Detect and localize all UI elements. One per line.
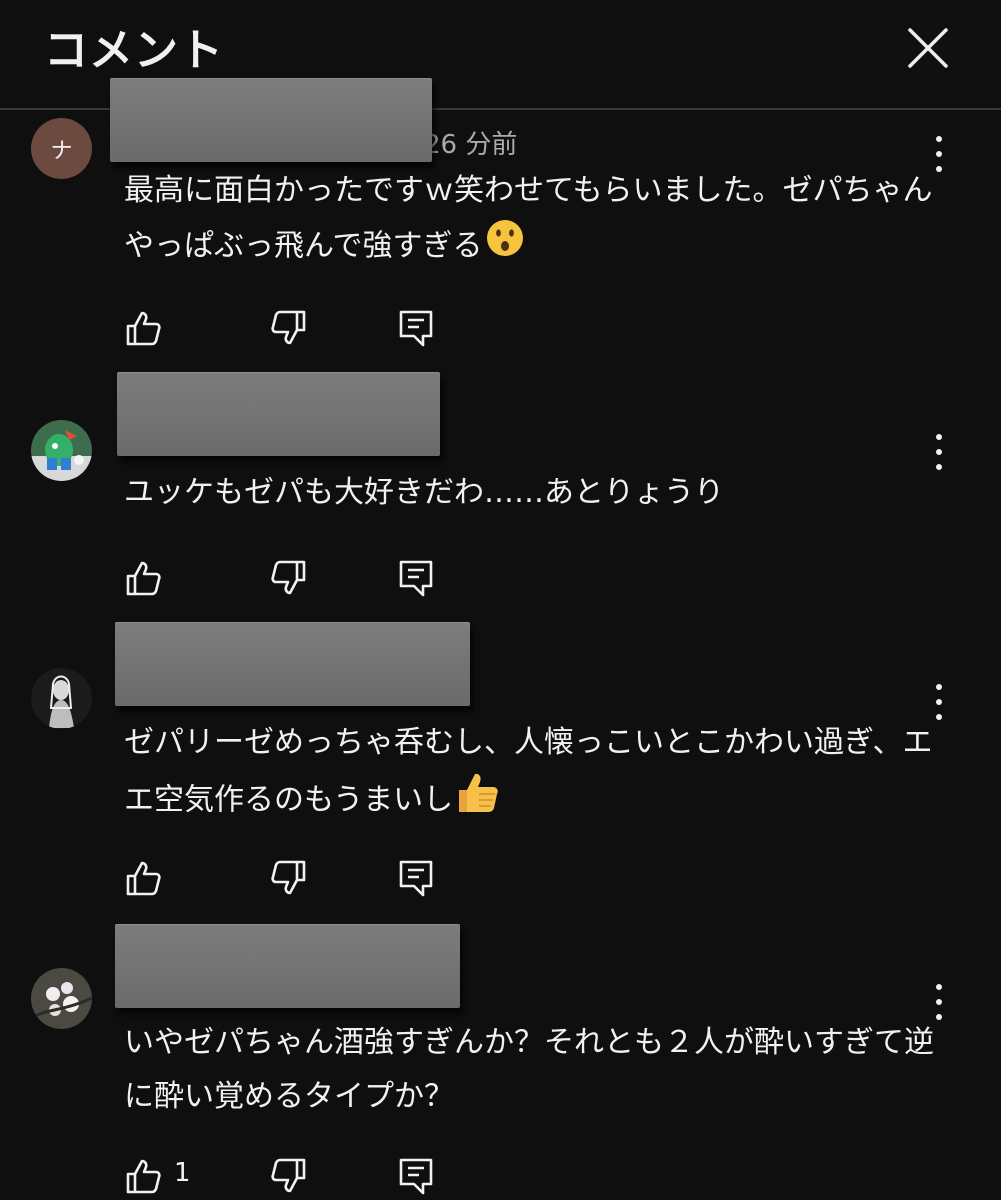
comment-item: ユッケもゼパも大好きだわ……あとりょうり [0, 372, 1001, 622]
thumbs-up-emoji [455, 770, 501, 832]
redacted-username [117, 372, 440, 456]
hushed-face-emoji [485, 218, 525, 276]
reply-icon [399, 560, 433, 597]
thumbs-up-icon [126, 1159, 161, 1194]
reply-button[interactable] [396, 308, 436, 348]
reply-icon [399, 860, 433, 897]
dislike-button[interactable] [268, 858, 308, 898]
like-button[interactable] [124, 308, 164, 348]
avatar[interactable] [31, 668, 92, 729]
avatar[interactable]: ナ [31, 118, 92, 179]
like-count: 1 [174, 1158, 191, 1188]
dislike-button[interactable] [268, 308, 308, 348]
thumbs-down-icon [271, 560, 306, 595]
thumbs-down-icon [271, 1158, 306, 1193]
comment-actions: 1 [124, 1156, 444, 1196]
comment-actions [124, 858, 444, 898]
cherry-blossom-avatar [31, 968, 92, 1029]
avatar[interactable] [31, 420, 92, 481]
avatar-letter: ナ [50, 138, 73, 164]
thumbs-up-icon [126, 561, 161, 596]
comment-item: ナ 26 分前 最高に面白かったですｗ笑わせてもらいました。ゼパちゃんやっぱぶっ… [0, 78, 1001, 368]
close-icon[interactable] [904, 24, 952, 72]
more-options-icon[interactable] [926, 434, 952, 470]
reply-icon [399, 1158, 433, 1195]
comment-text: ゼパリーゼめっちゃ呑むし、人懐っこいとこかわい過ぎ、エエ空気作るのもうまいし [124, 716, 934, 832]
like-button[interactable] [124, 1156, 164, 1196]
comment-actions [124, 308, 444, 348]
reply-button[interactable] [396, 858, 436, 898]
more-options-icon[interactable] [926, 684, 952, 720]
reply-icon [399, 310, 433, 347]
avatar[interactable] [31, 968, 92, 1029]
dislike-button[interactable] [268, 1156, 308, 1196]
green-character-avatar [31, 420, 92, 481]
thumbs-down-icon [271, 310, 306, 345]
comment-timestamp: 26 分前 [424, 130, 518, 160]
comment-text: ユッケもゼパも大好きだわ……あとりょうり [124, 475, 724, 510]
redacted-username [110, 78, 432, 162]
statue-avatar [31, 668, 92, 729]
thumbs-up-icon [126, 311, 161, 346]
comment-item: いやゼパちゃん酒強すぎんか？それとも２人が酔いすぎて逆に酔い覚めるタイプか？ 1 [0, 924, 1001, 1200]
like-button[interactable] [124, 858, 164, 898]
comment-text: 最高に面白かったですｗ笑わせてもらいました。ゼパちゃんやっぱぶっ飛んで強すぎる [124, 164, 934, 276]
reply-button[interactable] [396, 1156, 436, 1196]
comment-item: ゼパリーゼめっちゃ呑むし、人懐っこいとこかわい過ぎ、エエ空気作るのもうまいし [0, 622, 1001, 922]
thumbs-up-icon [126, 861, 161, 896]
thumbs-down-icon [271, 860, 306, 895]
dislike-button[interactable] [268, 558, 308, 598]
redacted-username [115, 924, 460, 1008]
comment-actions [124, 558, 444, 598]
redacted-username [115, 622, 470, 706]
like-button[interactable] [124, 558, 164, 598]
more-options-icon[interactable] [926, 984, 952, 1020]
comment-text: いやゼパちゃん酒強すぎんか？それとも２人が酔いすぎて逆に酔い覚めるタイプか？ [124, 1025, 934, 1114]
panel-title: コメント [44, 25, 224, 76]
reply-button[interactable] [396, 558, 436, 598]
